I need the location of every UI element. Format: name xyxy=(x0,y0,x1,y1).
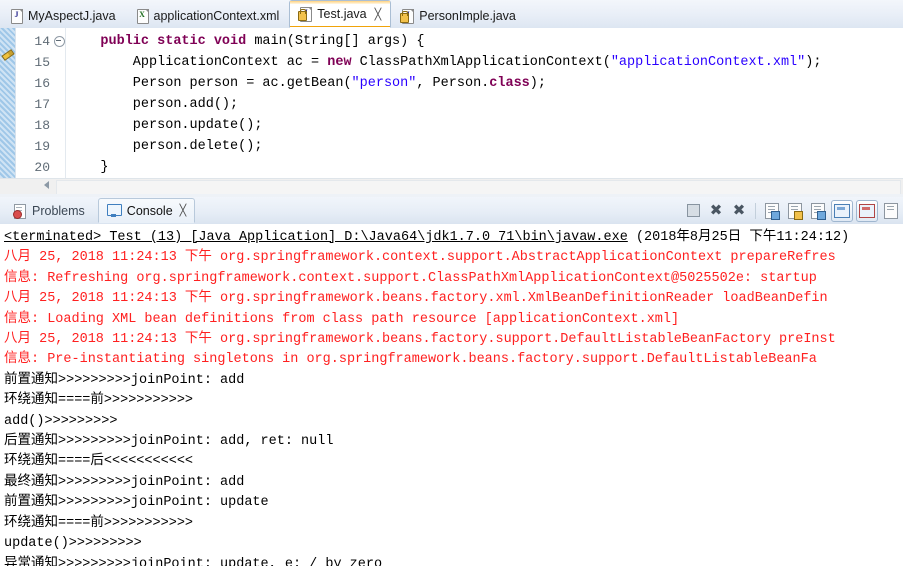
terminate-button[interactable] xyxy=(683,201,703,221)
console-view: Problems Console ╳ ✖ ✖ <terminated> Test… xyxy=(0,197,903,566)
editor-change-ruler xyxy=(0,28,16,186)
code-token: , Person. xyxy=(416,76,490,91)
line-number: 18 xyxy=(34,118,50,133)
console-icon xyxy=(106,203,122,218)
console-process-header: <terminated> Test (13) [Java Application… xyxy=(4,228,903,248)
console-stdout-line: 前置通知>>>>>>>>>joinPoint: add xyxy=(4,372,245,388)
process-label: <terminated> Test (13) [Java Application… xyxy=(4,230,628,245)
console-stderr-line: 八月 25, 2018 11:24:13 下午 org.springframew… xyxy=(4,250,836,266)
line-number: 15 xyxy=(34,55,50,70)
code-line: person.delete(); xyxy=(68,136,903,157)
code-token: ); xyxy=(805,55,822,70)
console-stderr-line: 信息: Pre-instantiating singletons in org.… xyxy=(4,352,817,368)
code-token: "person" xyxy=(351,76,417,91)
toolbar-separator xyxy=(755,202,756,219)
code-line: Person person = ac.getBean("person", Per… xyxy=(68,73,903,94)
console-stdout-line: add()>>>>>>>>> xyxy=(4,413,118,429)
line-number: 14 xyxy=(34,34,50,49)
console-stderr-line: 八月 25, 2018 11:24:13 下午 org.springframew… xyxy=(4,291,828,307)
console-stdout-line: 后置通知>>>>>>>>>joinPoint: add, ret: null xyxy=(4,434,334,450)
pin-console-button[interactable] xyxy=(831,199,853,222)
source-code-text[interactable]: public static void main(String[] args) {… xyxy=(68,28,903,186)
remove-launch-button[interactable]: ✖ xyxy=(706,201,726,221)
console-stderr-line: 八月 25, 2018 11:24:13 下午 org.springframew… xyxy=(4,332,836,348)
clear-console-button[interactable] xyxy=(762,201,782,221)
editor-tab-personimple[interactable]: J PersonImple.java xyxy=(391,2,526,28)
java-file-locked-icon: J xyxy=(298,6,313,22)
code-line: public static void main(String[] args) { xyxy=(68,31,903,52)
warning-marker-icon xyxy=(1,49,15,63)
scroll-lock-button[interactable] xyxy=(785,201,805,221)
line-number-ruler: 14 15 16 17 18 19 20 xyxy=(16,28,52,186)
editor-tab-test[interactable]: J Test.java ╳ xyxy=(289,0,392,28)
open-console-button[interactable] xyxy=(881,201,901,221)
code-token: new xyxy=(327,55,352,70)
editor-horizontal-scrollbar[interactable] xyxy=(0,178,903,195)
process-timestamp: (2018年8月25日 下午11:24:12) xyxy=(627,230,850,245)
console-stdout-line: 前置通知>>>>>>>>>joinPoint: update xyxy=(4,495,269,511)
code-folding-ruler[interactable] xyxy=(53,28,66,186)
code-token: person.add(); xyxy=(68,97,239,112)
xml-file-icon: X xyxy=(135,8,149,24)
console-stdout-line: 环绕通知====前>>>>>>>>>>> xyxy=(4,515,194,531)
editor-tab-applicationcontext[interactable]: X applicationContext.xml xyxy=(126,2,290,28)
tab-console[interactable]: Console ╳ xyxy=(97,198,196,223)
editor-tab-myaspectj[interactable]: J MyAspectJ.java xyxy=(0,2,126,28)
scroll-left-icon[interactable] xyxy=(44,181,49,189)
line-number: 20 xyxy=(34,160,50,175)
view-tab-bar: Problems Console ╳ ✖ ✖ xyxy=(0,197,903,225)
console-stderr-line: 信息: Loading XML bean definitions from cl… xyxy=(4,311,680,327)
code-token: } xyxy=(68,160,109,175)
code-token: public static void xyxy=(100,34,247,49)
editor-tab-label: Test.java xyxy=(317,7,367,21)
collapse-icon[interactable] xyxy=(53,36,65,48)
java-file-icon: J xyxy=(9,8,23,24)
fold-toggle-line14[interactable] xyxy=(53,31,65,52)
code-line: } xyxy=(68,157,903,178)
editor-tab-label: applicationContext.xml xyxy=(153,8,280,23)
console-stdout-line: 环绕通知====前>>>>>>>>>>> xyxy=(4,393,194,409)
line-number: 19 xyxy=(34,139,50,154)
code-line: ApplicationContext ac = new ClassPathXml… xyxy=(68,52,903,73)
console-output[interactable]: <terminated> Test (13) [Java Application… xyxy=(0,224,903,566)
console-toolbar: ✖ ✖ xyxy=(683,199,901,222)
view-tab-label: Problems xyxy=(32,203,85,218)
line-number: 16 xyxy=(34,76,50,91)
code-token: main(String[] args) { xyxy=(246,34,425,49)
problems-icon xyxy=(13,203,27,219)
code-token: person.delete(); xyxy=(68,139,263,154)
editor-tab-label: MyAspectJ.java xyxy=(28,8,116,23)
code-line: person.add(); xyxy=(68,94,903,115)
console-stdout-line: 最终通知>>>>>>>>>joinPoint: add xyxy=(4,474,245,490)
word-wrap-button[interactable] xyxy=(808,201,828,221)
console-stdout-line: update()>>>>>>>>> xyxy=(4,536,142,552)
java-file-locked-icon: J xyxy=(400,8,415,24)
code-token: ); xyxy=(529,76,546,91)
code-token: "applicationContext.xml" xyxy=(610,55,806,70)
tab-problems[interactable]: Problems xyxy=(4,198,94,223)
console-stdout-line: 环绕通知====后<<<<<<<<<<< xyxy=(4,454,194,470)
close-icon[interactable]: ╳ xyxy=(375,8,382,21)
code-editor[interactable]: 14 15 16 17 18 19 20 public static void … xyxy=(0,28,903,186)
remove-all-terminated-button[interactable]: ✖ xyxy=(729,201,749,221)
editor-tab-label: PersonImple.java xyxy=(419,8,516,23)
code-token: person.update(); xyxy=(68,118,263,133)
close-icon[interactable]: ╳ xyxy=(180,204,187,217)
line-number: 17 xyxy=(34,97,50,112)
code-token: Person person = ac.getBean( xyxy=(68,76,352,91)
view-tab-label: Console xyxy=(126,203,173,218)
code-line: person.update(); xyxy=(68,115,903,136)
scroll-track[interactable] xyxy=(56,180,901,195)
console-stderr-line: 信息: Refreshing org.springframework.conte… xyxy=(4,270,817,286)
display-selected-console-button[interactable] xyxy=(856,199,878,222)
eclipse-ide-window: J MyAspectJ.java X applicationContext.xm… xyxy=(0,0,903,566)
code-token: ApplicationContext ac = xyxy=(68,55,328,70)
editor-tab-bar: J MyAspectJ.java X applicationContext.xm… xyxy=(0,0,903,29)
console-stdout-line: 异常通知>>>>>>>>>joinPoint: update, e: / by … xyxy=(4,556,383,566)
code-token: ClassPathXmlApplicationContext( xyxy=(351,55,611,70)
code-token: class xyxy=(489,76,530,91)
